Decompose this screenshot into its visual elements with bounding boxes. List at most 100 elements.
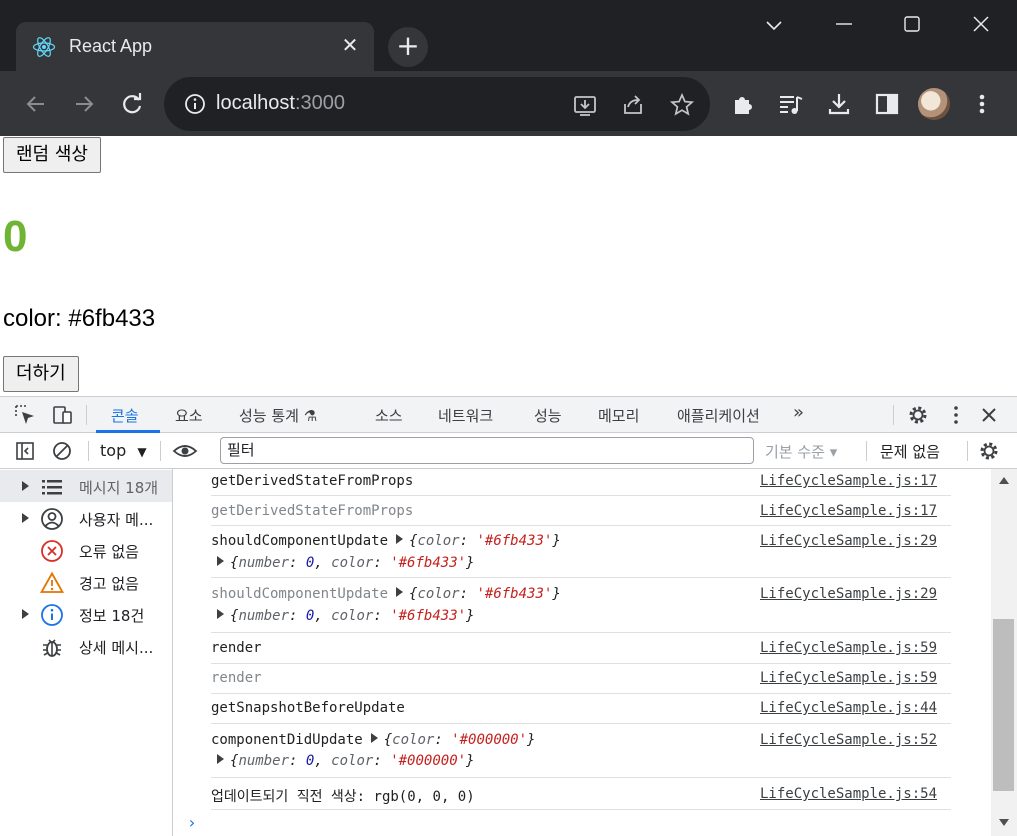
scroll-down-arrow-icon[interactable] bbox=[999, 819, 1009, 826]
tab-performance[interactable]: 성능 bbox=[534, 405, 562, 426]
live-expression-eye-icon[interactable] bbox=[172, 440, 198, 462]
expand-object-icon[interactable] bbox=[217, 754, 224, 764]
source-link[interactable]: LifeCycleSample.js:59 bbox=[760, 670, 937, 686]
bug-icon bbox=[43, 639, 61, 657]
tab-close-button[interactable]: ✕ bbox=[340, 35, 360, 55]
tab-performance-insights[interactable]: 성능 통계 ⚗ bbox=[239, 405, 317, 426]
tab-sources[interactable]: 소스 bbox=[375, 405, 403, 426]
expand-object-icon[interactable] bbox=[217, 609, 224, 619]
kebab-menu-icon[interactable] bbox=[968, 90, 996, 118]
console-row: getDerivedStateFromProps LifeCycleSample… bbox=[211, 469, 951, 496]
source-link[interactable]: LifeCycleSample.js:59 bbox=[760, 640, 937, 656]
console-prompt[interactable]: › bbox=[187, 813, 197, 832]
console-message: render bbox=[211, 640, 262, 656]
tab-memory[interactable]: 메모리 bbox=[598, 405, 639, 426]
maximize-icon[interactable] bbox=[900, 10, 924, 38]
object-preview[interactable]: {number: 0, color: '#6fb433'} bbox=[230, 608, 474, 624]
expand-object-icon[interactable] bbox=[217, 556, 224, 566]
object-value: 0 bbox=[305, 555, 315, 571]
expand-object-icon[interactable] bbox=[370, 733, 378, 743]
sidebar-item-errors[interactable]: 오류 없음 bbox=[0, 534, 172, 566]
address-bar[interactable]: localhost:3000 bbox=[164, 77, 710, 131]
console-bar-separator-4 bbox=[967, 441, 968, 461]
object-preview[interactable]: {number: 0, color: '#000000'} bbox=[230, 753, 474, 769]
source-link[interactable]: LifeCycleSample.js:44 bbox=[760, 700, 937, 716]
settings-gear-icon[interactable] bbox=[907, 404, 929, 426]
download-icon[interactable] bbox=[825, 90, 853, 118]
devtools-menu-icon[interactable] bbox=[945, 404, 967, 426]
log-level-dropdown[interactable]: 기본 수준 ▾ bbox=[765, 441, 837, 462]
new-tab-button[interactable]: + bbox=[388, 27, 428, 67]
more-tabs-button[interactable]: » bbox=[793, 402, 804, 423]
source-link[interactable]: LifeCycleSample.js:29 bbox=[760, 533, 937, 549]
object-preview[interactable]: {color: '#000000'} bbox=[384, 732, 536, 748]
context-value: top bbox=[100, 441, 127, 460]
browser-tab[interactable]: React App ✕ bbox=[16, 22, 374, 71]
object-line: {number: 0, color: '#000000'} bbox=[217, 753, 474, 769]
forward-icon[interactable] bbox=[70, 90, 98, 118]
expand-object-icon[interactable] bbox=[396, 587, 404, 597]
source-link[interactable]: LifeCycleSample.js:54 bbox=[760, 786, 937, 802]
console-row: componentDidUpdate {color: '#000000'} {nu… bbox=[211, 724, 951, 778]
sidebar-item-user-messages[interactable]: 사용자 메... bbox=[0, 502, 172, 534]
info-icon bbox=[41, 604, 63, 626]
inspect-element-icon[interactable] bbox=[14, 404, 36, 426]
close-window-icon[interactable] bbox=[969, 10, 993, 38]
sidebar-item-warnings[interactable]: 경고 없음 bbox=[0, 566, 172, 598]
source-link[interactable]: LifeCycleSample.js:17 bbox=[760, 503, 937, 519]
extensions-icon[interactable] bbox=[729, 90, 757, 118]
expand-object-icon[interactable] bbox=[396, 534, 404, 544]
tab-elements[interactable]: 요소 bbox=[175, 405, 203, 426]
tab-title: React App bbox=[69, 36, 153, 56]
profile-avatar[interactable] bbox=[918, 88, 950, 120]
console-message: render bbox=[211, 670, 262, 686]
tab-network[interactable]: 네트워크 bbox=[438, 405, 493, 426]
expand-arrow-icon[interactable] bbox=[22, 481, 29, 491]
scroll-up-arrow-icon[interactable] bbox=[999, 477, 1009, 484]
console-row: render LifeCycleSample.js:59 bbox=[211, 633, 951, 664]
minimize-icon[interactable] bbox=[832, 10, 856, 38]
close-devtools-icon[interactable] bbox=[978, 404, 1000, 426]
install-icon[interactable] bbox=[572, 92, 598, 118]
chevron-down-icon[interactable] bbox=[762, 10, 786, 38]
media-icon[interactable] bbox=[777, 90, 805, 118]
console-row: getSnapshotBeforeUpdate LifeCycleSample.… bbox=[211, 694, 951, 724]
counter-number: 0 bbox=[3, 212, 28, 261]
issues-counter[interactable]: 문제 없음 bbox=[880, 441, 940, 462]
tabbar-separator bbox=[86, 405, 87, 425]
source-link[interactable]: LifeCycleSample.js:52 bbox=[760, 732, 937, 748]
tab-application[interactable]: 애플리케이션 bbox=[677, 405, 760, 426]
back-icon[interactable] bbox=[22, 90, 50, 118]
sidebar-item-verbose[interactable]: 상세 메시... bbox=[0, 630, 172, 662]
side-panel-icon[interactable] bbox=[873, 90, 901, 118]
add-button[interactable]: 더하기 bbox=[3, 356, 79, 392]
site-info-icon[interactable] bbox=[184, 93, 206, 115]
reload-icon[interactable] bbox=[118, 90, 146, 118]
scroll-thumb[interactable] bbox=[993, 619, 1014, 791]
sidebar-item-messages[interactable]: 메시지 18개 bbox=[0, 470, 172, 502]
filter-input[interactable]: 필터 bbox=[220, 437, 754, 464]
share-icon[interactable] bbox=[620, 92, 646, 118]
browser-toolbar: localhost:3000 bbox=[0, 71, 1017, 136]
device-toolbar-icon[interactable] bbox=[51, 404, 73, 426]
object-preview[interactable]: {number: 0, color: '#6fb433'} bbox=[230, 555, 474, 571]
random-color-button[interactable]: 랜덤 색상 bbox=[3, 137, 101, 173]
sidebar-item-label: 정보 18건 bbox=[79, 607, 145, 625]
sidebar-item-label: 오류 없음 bbox=[79, 543, 139, 561]
expand-arrow-icon[interactable] bbox=[22, 513, 29, 523]
sidebar-item-info[interactable]: 정보 18건 bbox=[0, 598, 172, 630]
console-settings-gear-icon[interactable] bbox=[978, 440, 1000, 462]
tab-console[interactable]: 콘솔 bbox=[111, 405, 139, 426]
console-scrollbar[interactable] bbox=[991, 469, 1017, 836]
source-link[interactable]: LifeCycleSample.js:17 bbox=[760, 473, 937, 489]
object-preview[interactable]: {color: '#6fb433'} bbox=[409, 533, 561, 549]
source-link[interactable]: LifeCycleSample.js:29 bbox=[760, 586, 937, 602]
object-preview[interactable]: {color: '#6fb433'} bbox=[409, 586, 561, 602]
expand-arrow-icon[interactable] bbox=[22, 609, 29, 619]
clear-console-icon[interactable] bbox=[51, 440, 73, 462]
sidebar-toggle-icon[interactable] bbox=[14, 440, 36, 462]
console-row: shouldComponentUpdate {color: '#6fb433'} … bbox=[211, 578, 951, 633]
console-row: 업데이트되기 직전 색상: rgb(0, 0, 0) LifeCycleSamp… bbox=[211, 778, 951, 810]
context-selector[interactable]: top ▼ bbox=[100, 441, 147, 460]
bookmark-star-icon[interactable] bbox=[669, 92, 695, 118]
